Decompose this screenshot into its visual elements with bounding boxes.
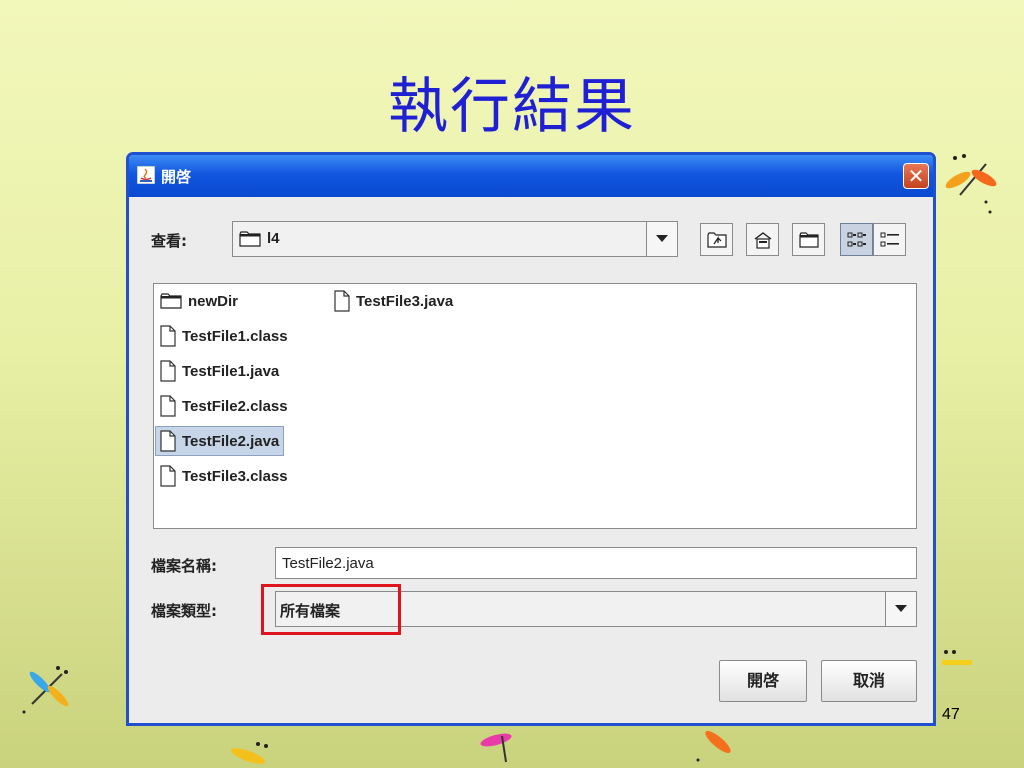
java-app-icon	[137, 166, 155, 184]
up-folder-icon	[707, 232, 727, 248]
list-item[interactable]: TestFile2.class	[156, 391, 292, 421]
list-item[interactable]: newDir	[156, 286, 242, 316]
dropdown-arrow-icon[interactable]	[646, 222, 677, 256]
filetype-label: 檔案類型:	[151, 602, 217, 620]
details-view-button[interactable]	[873, 223, 906, 256]
dragonfly-decoration-bottom-1	[230, 742, 268, 764]
look-in-value: l4	[267, 230, 280, 247]
close-icon: ✕	[907, 164, 925, 188]
filename-label: 檔案名稱:	[151, 557, 217, 575]
file-list[interactable]: newDir TestFile1.class TestFile1.java Te…	[153, 283, 917, 529]
dragonfly-decoration-bottom-right	[942, 650, 972, 665]
file-name: TestFile1.class	[182, 327, 288, 345]
new-folder-button[interactable]	[792, 223, 825, 256]
file-name: TestFile3.java	[356, 292, 454, 310]
details-view-icon	[880, 232, 899, 247]
dropdown-arrow-icon[interactable]	[885, 592, 916, 626]
filename-input[interactable]	[275, 547, 917, 579]
folder-icon	[160, 293, 182, 309]
dragonfly-decoration-top-right	[945, 154, 997, 214]
dialog-titlebar[interactable]: 開啓 ✕	[129, 155, 933, 197]
annotation-highlight-box	[261, 584, 401, 635]
close-button[interactable]: ✕	[903, 163, 929, 189]
folder-icon	[239, 231, 261, 247]
dragonfly-decoration-bottom-2	[480, 733, 512, 763]
new-folder-icon	[799, 232, 819, 248]
open-file-dialog: 開啓 ✕ 查看: l4 newDir TestFile1.class TestF…	[126, 152, 936, 726]
list-view-icon	[847, 232, 866, 247]
file-name: TestFile1.java	[182, 362, 280, 380]
file-icon	[160, 325, 176, 347]
list-item[interactable]: TestFile3.class	[156, 461, 292, 491]
up-folder-button[interactable]	[700, 223, 733, 256]
page-number: 47	[942, 706, 960, 723]
file-icon	[334, 290, 350, 312]
cancel-button[interactable]: 取消	[821, 660, 917, 702]
open-button[interactable]: 開啓	[719, 660, 807, 702]
file-name: TestFile2.java	[182, 432, 280, 450]
list-item-selected[interactable]: TestFile2.java	[155, 426, 285, 456]
slide-title: 執行結果	[388, 72, 636, 142]
dialog-title: 開啓	[161, 168, 192, 186]
file-icon	[160, 360, 176, 382]
list-item[interactable]: TestFile1.class	[156, 321, 292, 351]
file-icon	[160, 395, 176, 417]
file-icon	[160, 430, 176, 452]
home-button[interactable]	[746, 223, 779, 256]
dragonfly-decoration-bottom-3	[696, 731, 731, 762]
file-name: TestFile2.class	[182, 397, 288, 415]
list-item[interactable]: TestFile1.java	[156, 356, 283, 386]
dragonfly-decoration-bottom-left	[22, 666, 69, 714]
file-name: TestFile3.class	[182, 467, 288, 485]
list-item[interactable]: TestFile3.java	[330, 286, 457, 316]
file-name: newDir	[188, 292, 239, 310]
home-icon	[754, 232, 772, 249]
file-icon	[160, 465, 176, 487]
list-view-button[interactable]	[840, 223, 873, 256]
look-in-label: 查看:	[151, 232, 187, 250]
look-in-combobox[interactable]: l4	[232, 221, 678, 257]
